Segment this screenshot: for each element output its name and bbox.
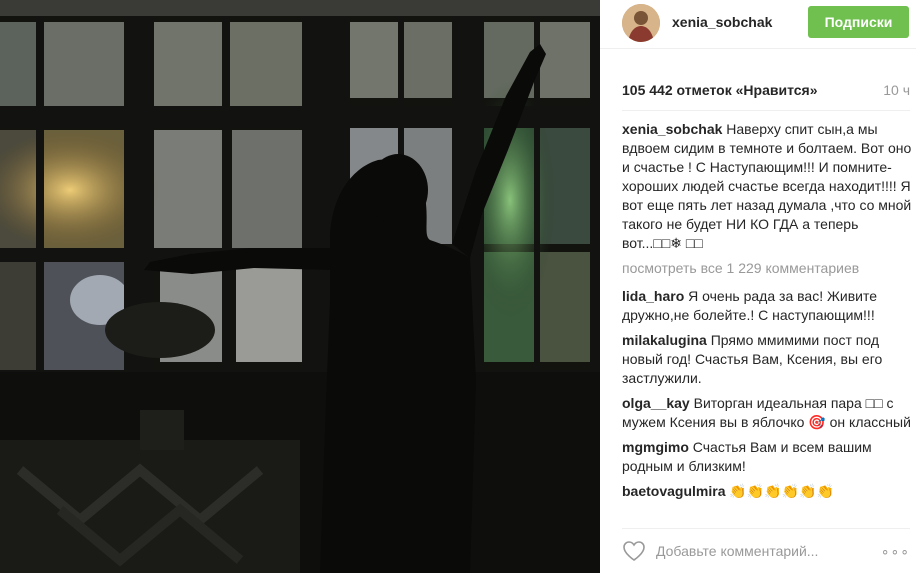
comments-list[interactable]: xenia_sobchak Наверху спит сын,а мы вдво… xyxy=(622,120,912,516)
list-item: olga__kay Виторган идеальная пара □□ с м… xyxy=(622,394,912,432)
view-all-comments-link[interactable]: посмотреть все 1 229 комментариев xyxy=(622,259,912,278)
comment-username[interactable]: mgmgimo xyxy=(622,439,689,455)
more-options-icon[interactable]: ∘∘∘ xyxy=(881,543,910,560)
username[interactable]: xenia_sobchak xyxy=(672,14,772,30)
likes-count[interactable]: 105 442 отметок «Нравится» xyxy=(622,82,818,98)
caption: xenia_sobchak Наверху спит сын,а мы вдво… xyxy=(622,120,912,253)
post-time[interactable]: 10 ч xyxy=(883,82,910,98)
list-item: lida_haro Я очень рада за вас! Живите др… xyxy=(622,287,912,325)
list-item: mgmgimo Счастья Вам и всем вашим родным … xyxy=(622,438,912,476)
instagram-post-view: xenia_sobchak Подписки 105 442 отметок «… xyxy=(0,0,916,573)
list-item: baetovagulmira 👏👏👏👏👏👏 xyxy=(622,482,912,501)
comment-text: 👏👏👏👏👏👏 xyxy=(729,483,834,499)
comment-username[interactable]: xenia_sobchak xyxy=(622,121,722,137)
comment-username[interactable]: milakalugina xyxy=(622,332,707,348)
comment-bar: ∘∘∘ xyxy=(622,528,910,573)
comment-username[interactable]: baetovagulmira xyxy=(622,483,725,499)
add-comment-input[interactable] xyxy=(656,541,866,561)
comment-text: Наверху спит сын,а мы вдвоем сидим в тем… xyxy=(622,121,912,251)
post-side-panel: xenia_sobchak Подписки 105 442 отметок «… xyxy=(600,0,916,573)
post-photo[interactable] xyxy=(0,0,600,573)
heart-outline-icon[interactable] xyxy=(622,540,646,562)
likes-row: 105 442 отметок «Нравится» 10 ч xyxy=(622,82,910,100)
follow-button[interactable]: Подписки xyxy=(808,6,909,38)
list-item: milakalugina Прямо ммимими пост под новы… xyxy=(622,331,912,388)
comment-username[interactable]: lida_haro xyxy=(622,288,684,304)
avatar[interactable] xyxy=(622,4,660,42)
post-header: xenia_sobchak Подписки xyxy=(600,0,916,49)
divider xyxy=(622,110,910,111)
comment-username[interactable]: olga__kay xyxy=(622,395,690,411)
